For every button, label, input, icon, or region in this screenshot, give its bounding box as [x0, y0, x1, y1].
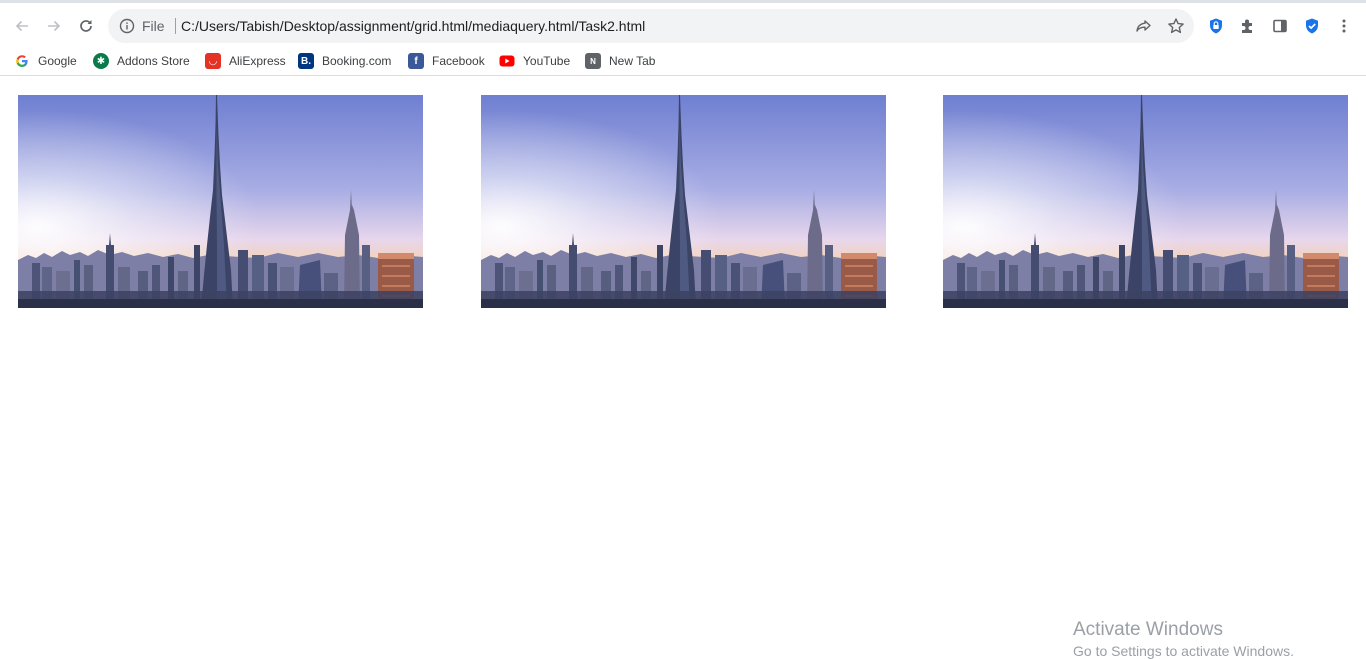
share-button[interactable]	[1132, 14, 1156, 38]
bookmark-label: YouTube	[523, 54, 571, 68]
menu-button[interactable]	[1333, 15, 1355, 37]
shield-extension-button[interactable]	[1205, 15, 1227, 37]
bookmark-new-tab[interactable]: N New Tab	[585, 50, 655, 72]
forward-button[interactable]	[40, 12, 68, 40]
url-text[interactable]: C:/Users/Tabish/Desktop/assignment/grid.…	[181, 18, 645, 34]
reload-button[interactable]	[72, 12, 100, 40]
bookmark-google[interactable]: Google	[14, 50, 77, 72]
youtube-icon	[499, 53, 515, 69]
bookmark-aliexpress[interactable]: ◡ AliExpress	[205, 50, 286, 72]
more-vert-icon	[1342, 19, 1346, 33]
bookmark-label: Google	[38, 54, 77, 68]
back-icon	[15, 20, 28, 32]
omnibox-separator	[175, 18, 176, 34]
browser-toolbar: File C:/Users/Tabish/Desktop/assignment/…	[0, 0, 1366, 46]
bookmark-booking[interactable]: B. Booking.com	[298, 50, 391, 72]
bookmark-label: AliExpress	[229, 54, 286, 68]
bookmark-youtube[interactable]: YouTube	[499, 50, 570, 72]
shield-extension-icon	[1210, 18, 1222, 34]
windows-activation-watermark: Activate Windows Go to Settings to activ…	[1073, 619, 1294, 659]
star-icon	[1168, 18, 1184, 34]
share-icon	[1136, 20, 1151, 32]
skyline-graphic	[481, 95, 886, 308]
watermark-title: Activate Windows	[1073, 619, 1223, 640]
facebook-icon: f	[408, 53, 424, 69]
bookmark-label: Facebook	[432, 54, 485, 68]
skyline-image-1	[18, 95, 423, 308]
puzzle-icon	[1242, 19, 1252, 33]
info-icon[interactable]	[118, 17, 136, 35]
bookmarks-bar: Google ✱ Addons Store ◡ AliExpress B. Bo…	[0, 46, 1366, 76]
bookmark-star-button[interactable]	[1164, 14, 1188, 38]
check-shield-icon	[1306, 18, 1318, 34]
bookmark-label: Addons Store	[117, 54, 190, 68]
addons-icon: ✱	[93, 53, 109, 69]
bookmark-label: Booking.com	[322, 54, 392, 68]
skyline-graphic	[18, 95, 423, 308]
bookmark-label: New Tab	[609, 54, 656, 68]
bookmark-facebook[interactable]: f Facebook	[408, 50, 485, 72]
security-extension-button[interactable]	[1301, 15, 1323, 37]
address-bar[interactable]: File C:/Users/Tabish/Desktop/assignment/…	[108, 9, 1194, 43]
scheme-label: File	[142, 18, 165, 34]
booking-icon: B.	[298, 53, 314, 69]
side-panel-icon	[1273, 19, 1287, 33]
extensions-button[interactable]	[1237, 15, 1259, 37]
back-button[interactable]	[8, 12, 36, 40]
reload-icon	[80, 20, 92, 32]
watermark-subtitle: Go to Settings to activate Windows.	[1073, 643, 1294, 659]
page-content	[0, 77, 1366, 659]
bookmark-addons-store[interactable]: ✱ Addons Store	[93, 50, 190, 72]
aliexpress-icon: ◡	[205, 53, 221, 69]
google-icon	[14, 53, 30, 69]
newtab-icon: N	[585, 53, 601, 69]
skyline-image-2	[481, 95, 886, 308]
forward-icon	[48, 20, 61, 32]
side-panel-button[interactable]	[1269, 15, 1291, 37]
skyline-graphic	[943, 95, 1348, 308]
skyline-image-3	[943, 95, 1348, 308]
